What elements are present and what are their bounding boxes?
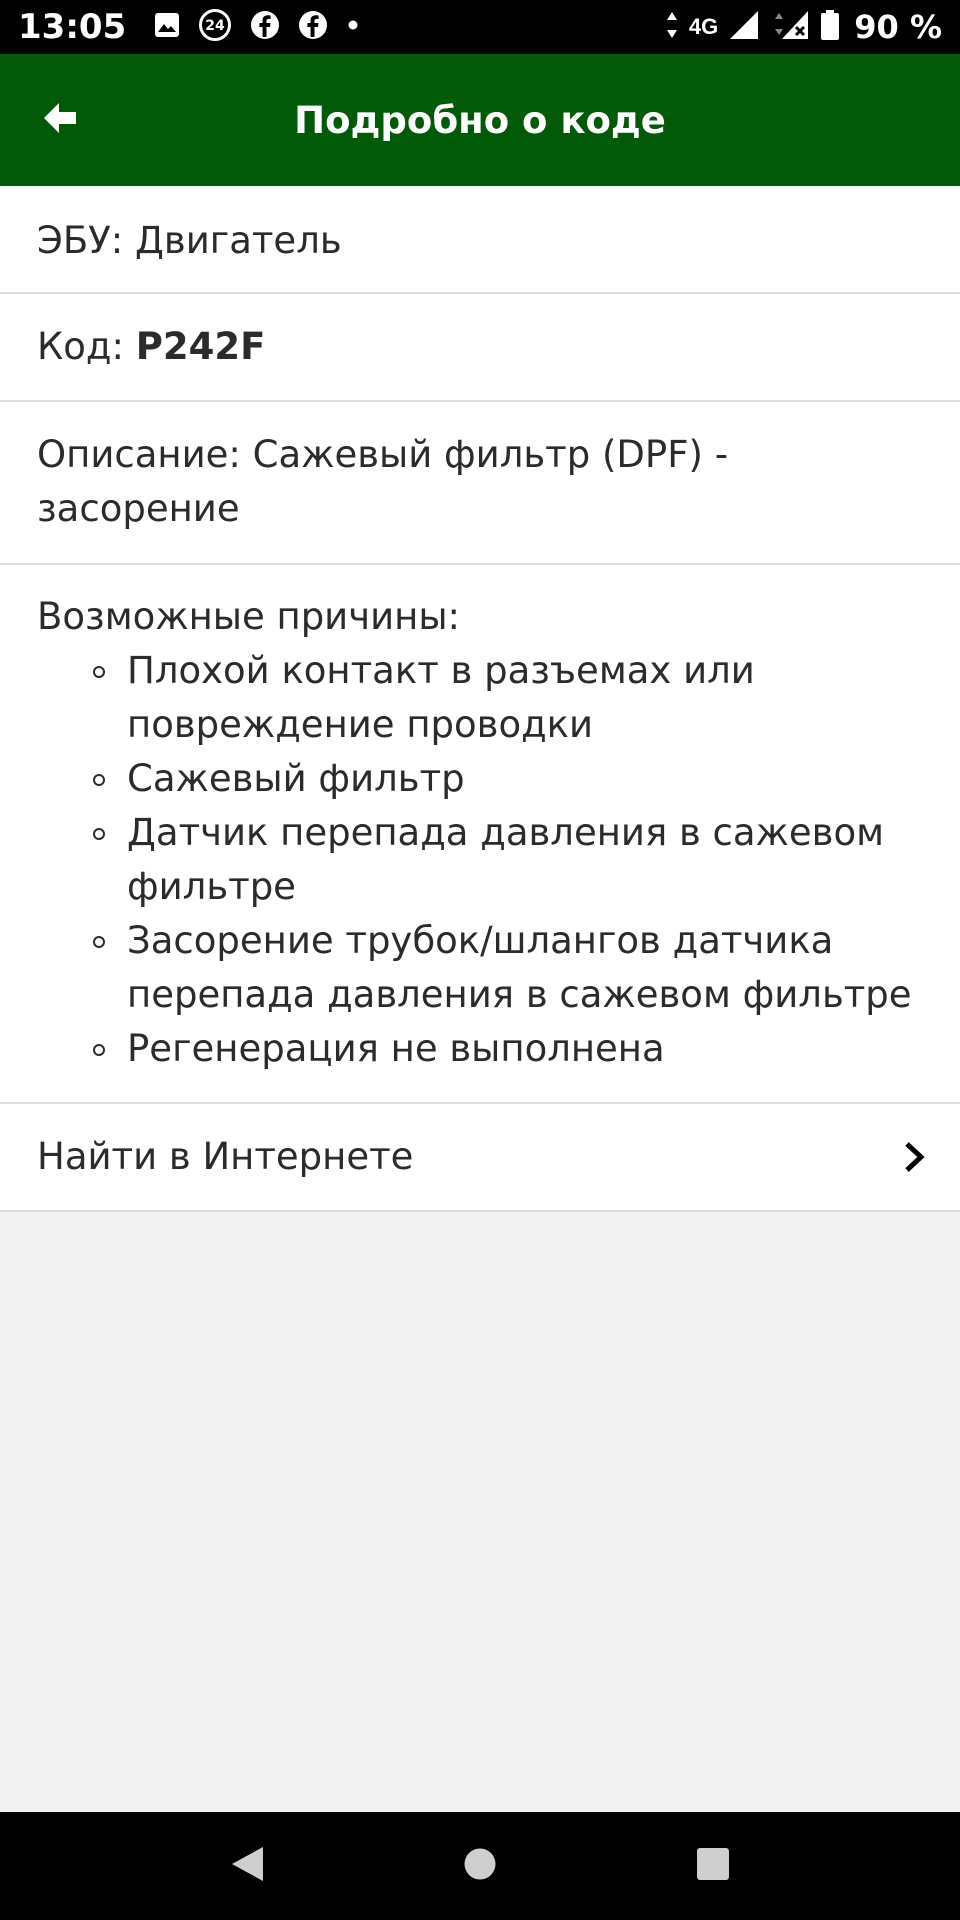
search-online-row[interactable]: Найти в Интернете	[0, 1104, 960, 1212]
nav-home-button[interactable]	[450, 1836, 510, 1896]
status-time: 13:05	[18, 7, 127, 47]
list-item: Плохой контакт в разъемах или повреждени…	[90, 644, 923, 752]
notification-icons: 24	[154, 8, 360, 47]
causes-label: Возможные причины:	[37, 595, 461, 638]
nav-back-button[interactable]	[217, 1836, 277, 1896]
page-title: Подробно о коде	[294, 98, 666, 142]
system-icons: 4G 90 %	[665, 8, 942, 46]
recents-square-icon	[696, 1847, 730, 1886]
battery-percent: 90 %	[854, 8, 942, 46]
list-item: Датчик перепада давления в сажевом фильт…	[90, 806, 923, 914]
description-row: Описание: Сажевый фильтр (DPF) - засорен…	[0, 402, 960, 565]
facebook-icon	[250, 10, 280, 45]
signal-x-icon	[770, 9, 810, 46]
causes-row: Возможные причины: Плохой контакт в разъ…	[0, 565, 960, 1104]
svg-text:24: 24	[205, 18, 225, 34]
chevron-right-icon	[896, 1139, 932, 1175]
24-badge-icon: 24	[198, 8, 232, 47]
search-online-label: Найти в Интернете	[37, 1135, 414, 1178]
arrow-left-icon	[42, 101, 78, 140]
ecu-row: ЭБУ: Двигатель	[0, 186, 960, 294]
data-arrows-icon	[665, 10, 679, 45]
list-item: Регенерация не выполнена	[90, 1022, 923, 1076]
code-details: ЭБУ: Двигатель Код: P242F Описание: Саже…	[0, 186, 960, 1212]
battery-icon	[820, 9, 840, 46]
back-triangle-icon	[229, 1845, 265, 1888]
nav-recents-button[interactable]	[683, 1836, 743, 1896]
signal-icon	[728, 9, 760, 46]
network-type: 4G	[688, 14, 719, 39]
dot-icon	[346, 18, 360, 37]
causes-list: Плохой контакт в разъемах или повреждени…	[37, 644, 923, 1076]
code-row: Код: P242F	[0, 294, 960, 402]
status-bar: 13:05 24 4G 90 %	[0, 0, 960, 54]
description-label: Описание:	[37, 433, 241, 476]
screen: 13:05 24 4G 90 % Подробно о коде ЭБУ: Дв…	[0, 0, 960, 1920]
code-label: Код:	[37, 325, 124, 368]
home-circle-icon	[463, 1847, 497, 1886]
app-bar: Подробно о коде	[0, 54, 960, 186]
code-value: P242F	[135, 325, 266, 368]
ecu-label: ЭБУ:	[37, 219, 124, 262]
back-button[interactable]	[28, 88, 92, 152]
list-item: Засорение трубок/шлангов датчика перепад…	[90, 914, 923, 1022]
image-icon	[154, 12, 180, 43]
system-nav-bar	[0, 1812, 960, 1920]
list-item: Сажевый фильтр	[90, 752, 923, 806]
facebook-icon	[298, 10, 328, 45]
ecu-value: Двигатель	[135, 219, 342, 262]
